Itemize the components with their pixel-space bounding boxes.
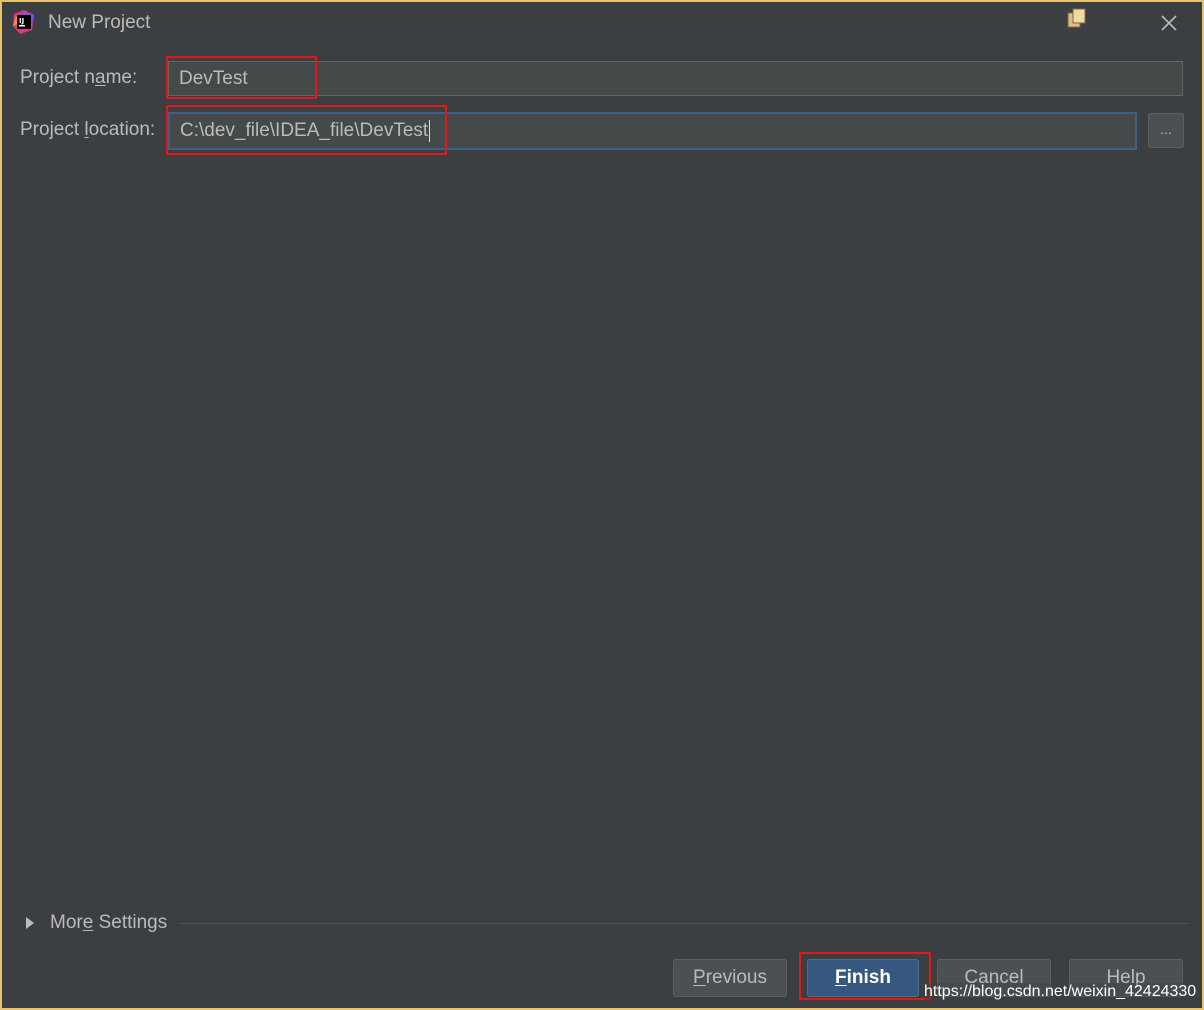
intellij-app-icon: IJ xyxy=(13,10,34,34)
project-location-label: Project location: xyxy=(20,119,156,140)
window-title: New Project xyxy=(48,12,151,33)
project-name-label: Project name: xyxy=(20,67,138,88)
more-settings-toggle[interactable]: More Settings xyxy=(26,909,167,937)
project-location-input[interactable]: C:\dev_file\IDEA_file\DevTest xyxy=(168,112,1137,150)
expand-arrow-icon xyxy=(26,917,34,929)
close-icon xyxy=(1161,15,1177,31)
project-name-value: DevTest xyxy=(179,67,248,89)
window-layout-icon[interactable] xyxy=(1066,7,1088,29)
watermark-text: https://blog.csdn.net/weixin_42424330 xyxy=(924,983,1197,1001)
more-settings-label: More Settings xyxy=(50,912,168,933)
project-name-input[interactable]: DevTest xyxy=(168,61,1183,96)
title-bar: IJ New Project xyxy=(2,2,1202,44)
browse-button[interactable]: ... xyxy=(1148,113,1184,148)
new-project-dialog: IJ New Project Project name: DevTest Pro… xyxy=(0,0,1204,1010)
previous-button[interactable]: Previous xyxy=(673,959,787,997)
svg-text:IJ: IJ xyxy=(19,17,24,25)
close-button[interactable] xyxy=(1156,10,1182,36)
text-caret xyxy=(429,120,431,142)
finish-button[interactable]: Finish xyxy=(807,959,919,997)
project-location-value: C:\dev_file\IDEA_file\DevTest xyxy=(180,120,429,141)
more-settings-separator xyxy=(180,923,1188,924)
